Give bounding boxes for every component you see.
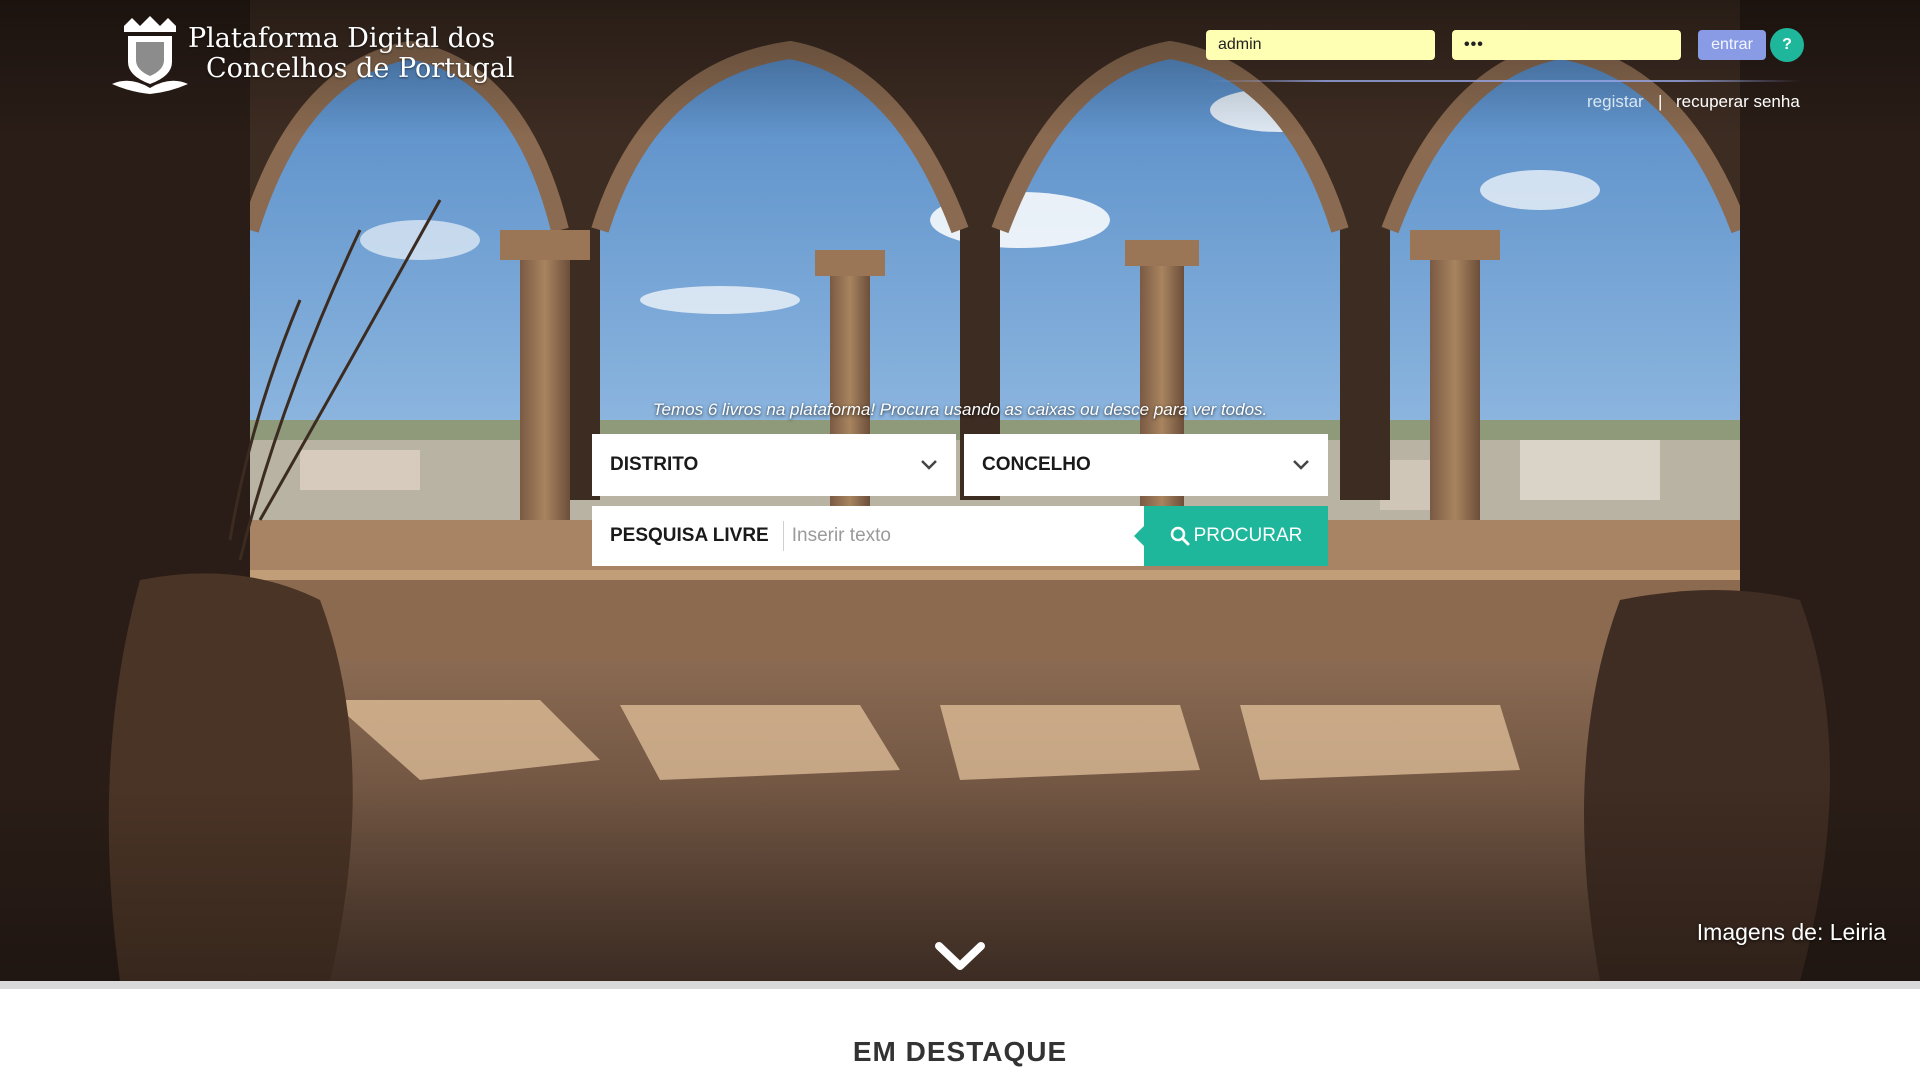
- search-caption: Temos 6 livros na plataforma! Procura us…: [652, 400, 1268, 419]
- hero-shade-overlay: [0, 0, 1920, 981]
- logo-title: Plataforma Digital dos Concelhos de Port…: [188, 24, 514, 84]
- concelho-select[interactable]: CONCELHO: [964, 434, 1328, 496]
- password-input[interactable]: [1452, 30, 1681, 60]
- recover-password-link[interactable]: recuperar senha: [1676, 92, 1800, 112]
- logo-title-line2: Concelhos de Portugal: [206, 53, 515, 84]
- free-search-label: PESQUISA LIVRE: [610, 525, 769, 546]
- distrito-select[interactable]: DISTRITO: [592, 434, 956, 496]
- free-search-divider: [782, 521, 784, 551]
- image-credit: Imagens de: Leiria: [1696, 919, 1886, 945]
- search-button-label: PROCURAR: [1193, 525, 1303, 546]
- hero-bottom-border: [0, 981, 1920, 989]
- logo-title-line1: Plataforma Digital dos: [188, 23, 496, 54]
- site-logo[interactable]: Plataforma Digital dos Concelhos de Port…: [110, 14, 514, 94]
- chevron-down-icon: [1293, 460, 1309, 470]
- chevron-down-icon: [921, 460, 937, 470]
- hero-section: Plataforma Digital dos Concelhos de Port…: [0, 0, 1920, 981]
- concelho-select-label: CONCELHO: [982, 454, 1091, 475]
- search-button[interactable]: PROCURAR: [1134, 506, 1328, 566]
- featured-section-title: EM DESTAQUE: [852, 1036, 1068, 1067]
- free-search-input[interactable]: [787, 516, 1144, 556]
- distrito-select-label: DISTRITO: [610, 454, 699, 475]
- crown-shield-icon: [112, 16, 188, 94]
- chevron-down-icon[interactable]: [935, 940, 985, 972]
- username-input[interactable]: [1206, 30, 1435, 60]
- login-divider: [1206, 80, 1801, 82]
- free-search-box: PESQUISA LIVRE: [592, 506, 1144, 566]
- login-links-separator: |: [1658, 92, 1663, 111]
- help-button[interactable]: ?: [1770, 28, 1804, 62]
- register-link[interactable]: registar: [1587, 92, 1644, 112]
- login-button[interactable]: entrar: [1698, 30, 1766, 60]
- search-icon: [1170, 526, 1190, 546]
